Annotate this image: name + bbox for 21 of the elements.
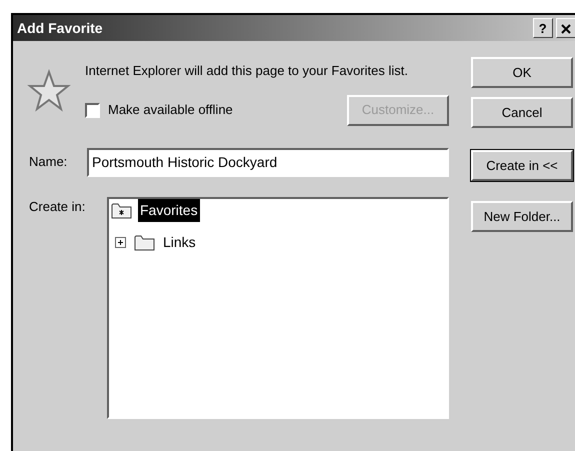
dialog-button[interactable]: Create in << bbox=[471, 150, 573, 181]
message-text: Internet Explorer will add this page to your Favorites list. bbox=[85, 62, 409, 80]
star-icon bbox=[27, 69, 71, 113]
dialog-button[interactable]: Cancel bbox=[471, 97, 573, 128]
name-label: Name: bbox=[29, 153, 68, 172]
folder-icon bbox=[134, 234, 155, 251]
favorites-folder-icon bbox=[111, 202, 132, 219]
help-button[interactable]: ? bbox=[532, 18, 553, 38]
close-icon bbox=[561, 24, 571, 34]
offline-label: Make available offline bbox=[108, 101, 233, 120]
window-title: Add Favorite bbox=[17, 18, 103, 38]
close-button[interactable] bbox=[556, 18, 575, 38]
offline-checkbox[interactable] bbox=[85, 102, 100, 118]
dialog-button[interactable]: OK bbox=[471, 57, 573, 88]
name-field[interactable]: Portsmouth Historic Dockyard bbox=[87, 148, 449, 176]
tree-item[interactable]: Links bbox=[161, 231, 198, 254]
expand-icon[interactable] bbox=[115, 237, 126, 248]
dialog-button[interactable]: New Folder... bbox=[471, 201, 573, 232]
folder-tree[interactable]: Favorites Links bbox=[107, 196, 449, 418]
create-in-label: Create in: bbox=[29, 198, 86, 216]
tree-item[interactable]: Favorites bbox=[138, 199, 200, 222]
